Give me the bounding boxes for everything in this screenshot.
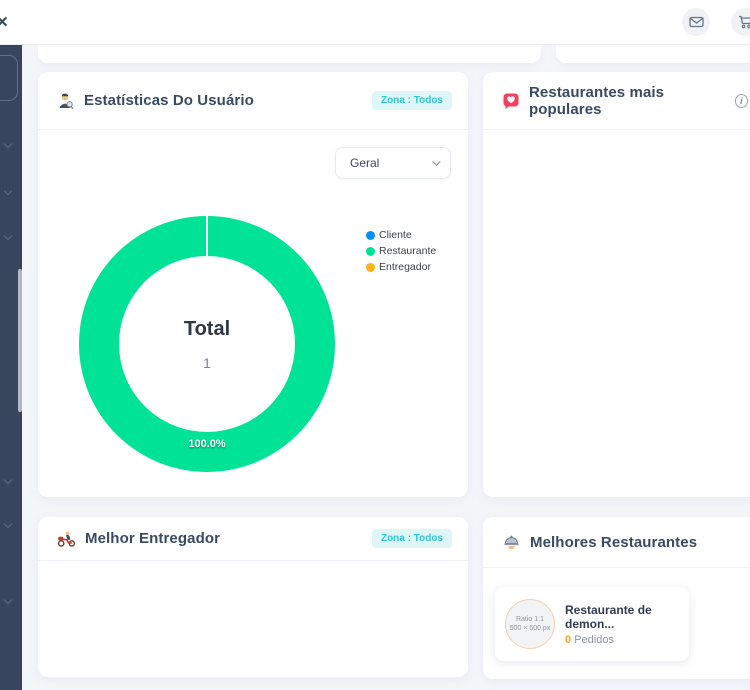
chart-filter-select[interactable]: Geral <box>335 147 451 179</box>
card-header: Melhor Entregador Zona : Todos <box>38 517 468 561</box>
sidebar-item-chevron-icon[interactable] <box>4 232 12 240</box>
slice-percentage-label: 100.0% <box>79 438 335 450</box>
messages-button[interactable] <box>682 8 710 36</box>
sidebar-item-chevron-icon[interactable] <box>4 596 12 604</box>
restaurant-list-item[interactable]: Ratio 1:1 500 × 500 px Restaurante de de… <box>495 587 689 661</box>
delivery-scooter-icon <box>57 530 76 547</box>
legend-item-cliente[interactable]: Cliente <box>366 229 436 241</box>
restaurant-name: Restaurante de demon... <box>565 603 679 631</box>
chart-legend: Cliente Restaurante Entregador <box>366 229 436 273</box>
card-title: Estatísticas Do Usuário <box>84 92 254 109</box>
card-user-statistics: Estatísticas Do Usuário Zona : Todos Ger… <box>38 72 468 497</box>
sidebar <box>0 45 22 690</box>
info-icon[interactable]: i <box>735 94 748 108</box>
close-icon[interactable]: ✕ <box>0 13 9 31</box>
card-title: Melhores Restaurantes <box>530 534 697 551</box>
sidebar-scrollbar[interactable] <box>18 269 22 412</box>
card-popular-restaurants: Restaurantes mais populares i <box>483 72 750 497</box>
detective-user-icon <box>57 92 75 110</box>
filter-selected-value: Geral <box>350 156 379 170</box>
cart-button[interactable] <box>731 8 750 36</box>
dashboard-page: { "header": { "close_label": "✕", "butto… <box>0 0 750 690</box>
sidebar-zone-selector[interactable] <box>0 55 18 101</box>
chevron-down-icon <box>432 157 440 165</box>
legend-dot-icon <box>366 263 375 272</box>
legend-dot-icon <box>366 231 375 240</box>
sidebar-item-chevron-icon[interactable] <box>4 520 12 528</box>
orders-label: Pedidos <box>574 634 614 646</box>
card-header: Estatísticas Do Usuário Zona : Todos <box>38 72 468 130</box>
donut-chart[interactable]: Total 1 100.0% <box>79 216 335 472</box>
orders-count: 0 <box>565 634 571 646</box>
cart-icon <box>738 15 750 29</box>
restaurant-orders: 0 Pedidos <box>565 634 679 646</box>
legend-item-restaurante[interactable]: Restaurante <box>366 245 436 257</box>
card-best-restaurants: Melhores Restaurantes Ratio 1:1 500 × 50… <box>483 517 750 679</box>
legend-label: Restaurante <box>379 245 436 257</box>
legend-dot-icon <box>366 247 375 256</box>
legend-label: Entregador <box>379 261 431 273</box>
envelope-icon <box>689 16 704 28</box>
restaurant-info: Restaurante de demon... 0 Pedidos <box>565 603 679 646</box>
card-header: Restaurantes mais populares i <box>483 72 750 130</box>
card-best-deliveryman: Melhor Entregador Zona : Todos <box>38 517 468 677</box>
restaurant-avatar-placeholder: Ratio 1:1 500 × 500 px <box>505 599 555 649</box>
chart-total-value: 1 <box>203 355 211 371</box>
donut-center: Total 1 <box>119 256 295 432</box>
serving-cloche-icon <box>502 534 521 551</box>
card-header: Melhores Restaurantes <box>483 517 750 568</box>
legend-label: Cliente <box>379 229 412 241</box>
sidebar-item-chevron-icon[interactable] <box>4 187 12 195</box>
scrolled-card-remnant <box>38 45 541 63</box>
card-title: Melhor Entregador <box>85 530 220 547</box>
donut-slice-gap <box>206 216 208 257</box>
legend-item-entregador[interactable]: Entregador <box>366 261 436 273</box>
placeholder-ratio-text: Ratio 1:1 <box>516 616 544 623</box>
zone-badge: Zona : Todos <box>372 91 452 110</box>
sidebar-item-chevron-icon[interactable] <box>4 140 12 148</box>
sidebar-item-chevron-icon[interactable] <box>4 476 12 484</box>
zone-badge: Zona : Todos <box>372 529 452 548</box>
placeholder-size-text: 500 × 500 px <box>510 625 551 632</box>
top-header: ✕ <box>0 0 750 45</box>
chart-total-label: Total <box>184 318 230 341</box>
heart-message-icon <box>502 92 520 110</box>
card-title: Restaurantes mais populares <box>529 84 727 118</box>
scrolled-card-remnant <box>556 45 750 63</box>
